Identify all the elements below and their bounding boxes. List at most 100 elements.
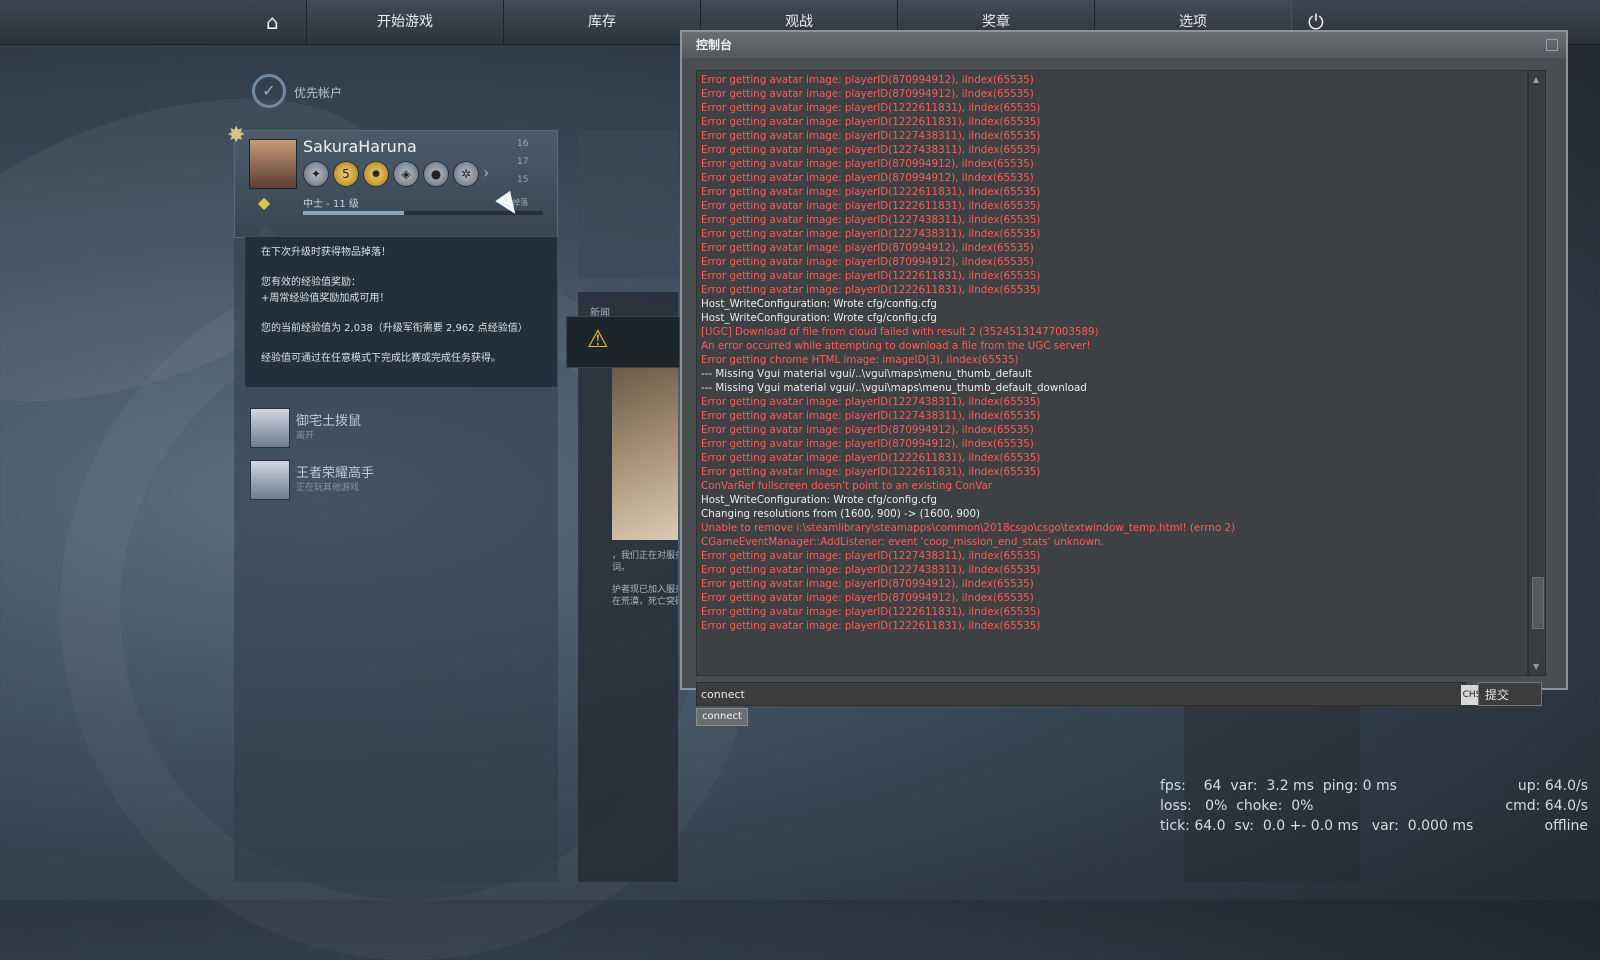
console-log-line: Changing resolutions from (1600, 900) ->… <box>701 508 981 520</box>
nav-play[interactable]: 开始游戏 <box>306 0 504 44</box>
console-log-line: Error getting avatar image: playerID(870… <box>701 256 1034 268</box>
rank-label: 中士 - 11 级 <box>303 199 359 210</box>
news-text: 在荒漠，死亡突破 <box>612 597 678 607</box>
avatar[interactable] <box>249 139 297 189</box>
console-log-line: Error getting avatar image: playerID(870… <box>701 172 1034 184</box>
console-log-line: Error getting avatar image: playerID(870… <box>701 158 1034 170</box>
netgraph-status: offline <box>1544 818 1588 834</box>
scroll-up-icon[interactable]: ▲ <box>1533 75 1539 84</box>
console-log-line: Unable to remove i:\steamlibrary\steamap… <box>701 522 1236 534</box>
console-log-line: ConVarRef fullscreen doesn't point to an… <box>701 480 993 492</box>
star-icon: ✸ <box>227 123 246 148</box>
tooltip-line: 您有效的经验值奖励： <box>261 277 361 288</box>
tooltip-line: 您的当前经验值为 2,038（升级军衔需要 2,962 点经验值） <box>261 323 528 334</box>
console-log-line: Error getting avatar image: playerID(122… <box>701 466 1041 478</box>
chevron-right-icon[interactable]: › <box>483 163 489 182</box>
prime-label: 优先帐户 <box>294 86 343 100</box>
maximize-icon[interactable] <box>1546 39 1558 51</box>
console-log-line: Error getting avatar image: playerID(122… <box>701 200 1041 212</box>
console-log-line: --- Missing Vgui material vgui/..\vgui\m… <box>701 368 1032 380</box>
console-log-line: An error occurred while attempting to do… <box>701 340 1091 352</box>
console-log[interactable]: Error getting avatar image: playerID(870… <box>696 70 1528 676</box>
console-log-line: Error getting chrome HTML image: imageID… <box>701 354 1019 366</box>
netgraph-loss: loss: 0% choke: 0% <box>1160 798 1314 814</box>
netgraph-up: up: 64.0/s <box>1517 778 1588 794</box>
tooltip-line: 在下次升级时获得物品掉落！ <box>261 247 391 258</box>
warning-icon: ⚠ <box>587 325 609 353</box>
medal-row: ✦ 5 ✹ ◈ ● ✲ › <box>303 161 503 189</box>
console-log-line: Error getting avatar image: playerID(122… <box>701 102 1041 114</box>
tooltip-line: +周常经验值奖励加成可用！ <box>261 293 390 304</box>
console-log-line: Error getting avatar image: playerID(870… <box>701 578 1034 590</box>
news-image[interactable] <box>612 368 678 540</box>
commend-teacher-count: 17 <box>517 157 529 167</box>
username: SakuraHaruna <box>303 137 417 156</box>
console-log-line: Error getting avatar image: playerID(122… <box>701 116 1041 128</box>
console-log-line: Host_WriteConfiguration: Wrote cfg/confi… <box>701 312 937 324</box>
console-log-line: Error getting avatar image: playerID(870… <box>701 424 1034 436</box>
console-log-line: Error getting avatar image: playerID(122… <box>701 410 1041 422</box>
console-scrollbar[interactable]: ▲ ▼ <box>1528 70 1546 676</box>
medal-coin-icon[interactable]: ● <box>423 161 449 187</box>
friend-avatar[interactable] <box>250 408 290 448</box>
xp-tooltip: 在下次升级时获得物品掉落！ 您有效的经验值奖励： +周常经验值奖励加成可用！ 您… <box>244 236 558 388</box>
console-title[interactable]: 控制台 <box>682 32 1566 58</box>
console-log-line: --- Missing Vgui material vgui/..\vgui\m… <box>701 382 1087 394</box>
console-log-line: [UGC] Download of file from cloud failed… <box>701 326 1099 338</box>
friend-avatar[interactable] <box>250 460 290 500</box>
console-log-line: Error getting avatar image: playerID(122… <box>701 550 1041 562</box>
console-log-line: Error getting avatar image: playerID(122… <box>701 214 1041 226</box>
rank-chevron-icon: ◆ <box>257 193 271 212</box>
console-log-line: Error getting avatar image: playerID(870… <box>701 438 1034 450</box>
console-log-line: Error getting avatar image: playerID(122… <box>701 564 1041 576</box>
autocomplete-suggestion[interactable]: connect <box>696 708 748 726</box>
medal-star-icon[interactable]: ✦ <box>303 161 329 187</box>
prime-badge-icon: ✓ <box>252 74 286 108</box>
medal-gear-icon[interactable]: ✲ <box>453 161 479 187</box>
friend-name: 御宅土拨鼠 <box>296 414 362 429</box>
middle-top-panel <box>578 130 678 278</box>
console-log-line: Error getting avatar image: playerID(122… <box>701 130 1041 142</box>
netgraph-tick: tick: 64.0 sv: 0.0 +- 0.0 ms var: 0.000 … <box>1160 818 1474 834</box>
tooltip-line: 经验值可通过在任意模式下完成比赛或完成任务获得。 <box>261 353 501 364</box>
scroll-thumb[interactable] <box>1532 577 1544 629</box>
console-log-line: CGameEventManager::AddListener: event 'c… <box>701 536 1104 548</box>
medal-gold-star-icon[interactable]: ✹ <box>363 161 389 187</box>
console-log-line: Host_WriteConfiguration: Wrote cfg/confi… <box>701 494 937 506</box>
friend-status: 离开 <box>296 431 315 441</box>
home-icon[interactable]: ⌂ <box>266 10 279 34</box>
console-log-line: Error getting avatar image: playerID(122… <box>701 620 1041 632</box>
console-log-line: Error getting avatar image: playerID(870… <box>701 242 1034 254</box>
friend-item[interactable]: 御宅土拨鼠 离开 <box>250 408 550 450</box>
console-log-line: Error getting avatar image: playerID(122… <box>701 144 1041 156</box>
commend-leader-count: 15 <box>517 175 529 185</box>
friend-status: 正在玩其他游戏 <box>296 483 360 493</box>
console-log-line: Error getting avatar image: playerID(122… <box>701 270 1041 282</box>
console-log-line: Error getting avatar image: playerID(122… <box>701 186 1041 198</box>
console-window[interactable]: 控制台 Error getting avatar image: playerID… <box>680 30 1568 726</box>
news-text: 词。 <box>612 563 631 573</box>
console-log-line: Error getting avatar image: playerID(870… <box>701 592 1034 604</box>
xp-fill <box>303 211 404 215</box>
console-log-line: Error getting avatar image: playerID(122… <box>701 606 1041 618</box>
medal-shield-icon[interactable]: ◈ <box>393 161 419 187</box>
nav-inventory[interactable]: 库存 <box>503 0 701 44</box>
scroll-down-icon[interactable]: ▼ <box>1533 662 1539 671</box>
submit-button[interactable]: 提交 <box>1478 682 1542 706</box>
friend-item[interactable]: 王者荣耀高手 正在玩其他游戏 <box>250 460 550 502</box>
netgraph-cmd: cmd: 64.0/s <box>1505 798 1588 814</box>
console-input[interactable] <box>699 685 1463 703</box>
netgraph-fps: fps: 64 var: 3.2 ms ping: 0 ms <box>1160 778 1397 794</box>
profile-card[interactable]: ✸ SakuraHaruna ✦ 5 ✹ ◈ ● ✲ › 16 17 15 ◆ … <box>227 123 558 238</box>
console-log-line: Error getting avatar image: playerID(122… <box>701 228 1041 240</box>
friend-name: 王者荣耀高手 <box>296 466 375 481</box>
warning-box[interactable]: ⚠ <box>566 316 680 368</box>
console-log-line: Error getting avatar image: playerID(122… <box>701 284 1041 296</box>
console-log-line: Error getting avatar image: playerID(122… <box>701 396 1041 408</box>
console-input-row: CHS <box>696 682 1483 706</box>
console-log-line: Error getting avatar image: playerID(870… <box>701 88 1034 100</box>
commend-friendly-count: 16 <box>517 139 529 149</box>
medal-five-year-icon[interactable]: 5 <box>333 161 359 187</box>
console-log-line: Error getting avatar image: playerID(122… <box>701 452 1041 464</box>
tooltip-arrow <box>256 226 276 236</box>
